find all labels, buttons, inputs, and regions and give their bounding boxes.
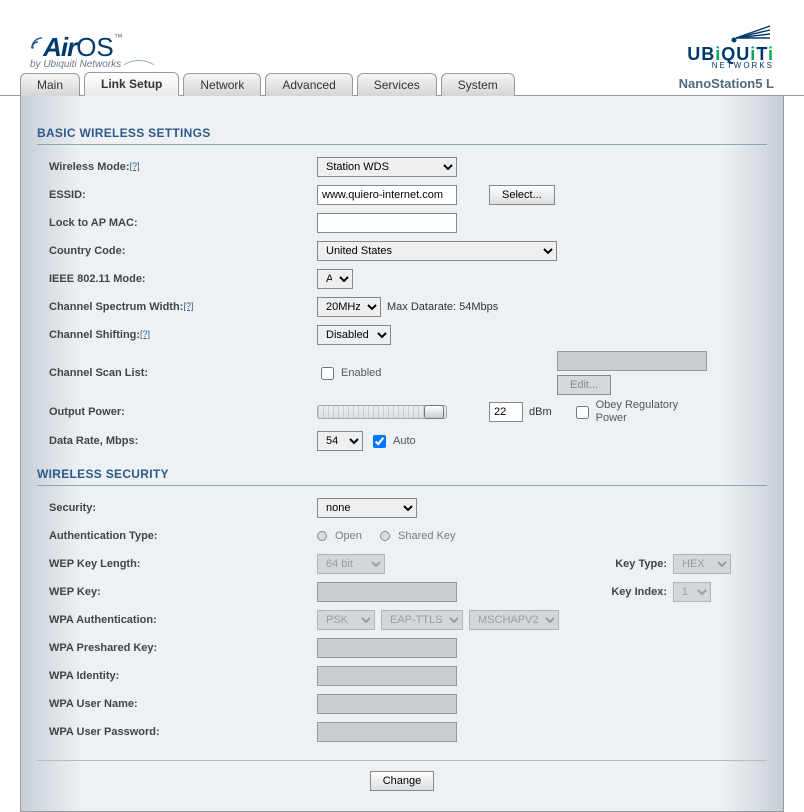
key-type-select: HEX — [673, 554, 731, 574]
output-power-unit: dBm — [529, 406, 552, 418]
ieee-mode-select[interactable]: A — [317, 269, 353, 289]
tab-system[interactable]: System — [441, 73, 515, 96]
spectrum-note: Max Datarate: 54Mbps — [387, 301, 498, 313]
wep-key-input — [317, 582, 457, 602]
submit-row: Change — [37, 760, 767, 791]
section-basic-title: BASIC WIRELESS SETTINGS — [37, 126, 767, 145]
tab-network[interactable]: Network — [183, 73, 261, 96]
data-rate-auto-checkbox[interactable]: Auto — [369, 432, 416, 451]
key-index-select: 1 — [673, 582, 711, 602]
spectrum-select[interactable]: 20MHz — [317, 297, 381, 317]
wpa-auth-3-select: MSCHAPV2 — [469, 610, 559, 630]
wireless-mode-select[interactable]: Station WDS — [317, 157, 457, 177]
help-spectrum[interactable]: [?] — [183, 301, 193, 311]
device-name: NanoStation5 L — [679, 76, 784, 95]
row-data-rate: Data Rate, Mbps: 54 Auto — [37, 427, 767, 455]
tab-advanced[interactable]: Advanced — [265, 73, 352, 96]
help-wireless-mode[interactable]: [?] — [130, 161, 140, 171]
wpa-auth-2-select: EAP-TTLS — [381, 610, 463, 630]
row-output-power: Output Power: dBm Obey Regulatory Power — [37, 397, 767, 427]
wifi-icon — [30, 36, 44, 50]
swoosh-icon — [124, 59, 154, 67]
row-country: Country Code: United States — [37, 237, 767, 265]
output-power-slider[interactable] — [317, 405, 447, 419]
row-wireless-mode: Wireless Mode:[?] Station WDS — [37, 153, 767, 181]
wpa-user-input — [317, 694, 457, 714]
wpa-auth-1-select: PSK — [317, 610, 375, 630]
tab-services[interactable]: Services — [357, 73, 437, 96]
slider-thumb-icon[interactable] — [424, 405, 444, 419]
page: AirOS™ by Ubiquiti Networks UBiQUiTi NET… — [0, 0, 804, 812]
logo-os: OS — [76, 32, 114, 62]
data-rate-select[interactable]: 54 — [317, 431, 363, 451]
row-lock-mac: Lock to AP MAC: — [37, 209, 767, 237]
tab-bar: Main Link Setup Network Advanced Service… — [0, 70, 804, 96]
row-scanlist: Channel Scan List: Enabled Edit... — [37, 349, 767, 397]
row-ieee-mode: IEEE 802.11 Mode: A — [37, 265, 767, 293]
row-auth-type: Authentication Type: Open Shared Key — [37, 522, 767, 550]
row-spectrum: Channel Spectrum Width:[?] 20MHz Max Dat… — [37, 293, 767, 321]
output-power-input[interactable] — [489, 402, 523, 422]
row-wep-key: WEP Key: Key Index: 1 — [37, 578, 767, 606]
airos-logo: AirOS™ by Ubiquiti Networks — [30, 32, 154, 70]
lock-mac-input[interactable] — [317, 213, 457, 233]
essid-input[interactable] — [317, 185, 457, 205]
scanlist-enabled-checkbox[interactable]: Enabled — [317, 364, 381, 383]
help-shifting[interactable]: [?] — [140, 329, 150, 339]
wpa-identity-input — [317, 666, 457, 686]
row-wpa-psk: WPA Preshared Key: — [37, 634, 767, 662]
logo-byline: by Ubiquiti Networks — [30, 59, 154, 70]
row-wep-length: WEP Key Length: 64 bit Key Type: HEX — [37, 550, 767, 578]
logo-air: Air — [43, 32, 76, 62]
security-select[interactable]: none — [317, 498, 417, 518]
change-button[interactable]: Change — [370, 771, 435, 791]
wep-length-select: 64 bit — [317, 554, 385, 574]
obey-reg-power-checkbox[interactable]: Obey Regulatory Power — [572, 399, 686, 425]
row-wpa-auth: WPA Authentication: PSK EAP-TTLS MSCHAPV… — [37, 606, 767, 634]
wpa-pass-input — [317, 722, 457, 742]
ubnt-beam-icon — [726, 24, 774, 44]
tab-main[interactable]: Main — [20, 73, 80, 96]
ubiquiti-logo: UBiQUiTi NETWORKS — [687, 24, 774, 70]
content: BASIC WIRELESS SETTINGS Wireless Mode:[?… — [20, 96, 784, 812]
section-security-title: WIRELESS SECURITY — [37, 467, 767, 486]
tab-link-setup[interactable]: Link Setup — [84, 72, 179, 96]
row-wpa-pass: WPA User Password: — [37, 718, 767, 746]
row-essid: ESSID: Select... — [37, 181, 767, 209]
header: AirOS™ by Ubiquiti Networks UBiQUiTi NET… — [0, 0, 804, 70]
shifting-select[interactable]: Disabled — [317, 325, 391, 345]
scanlist-input — [557, 351, 707, 371]
logo-tm: ™ — [114, 32, 123, 42]
radio-shared-icon — [380, 531, 390, 541]
scanlist-edit-button: Edit... — [557, 375, 611, 395]
row-wpa-user: WPA User Name: — [37, 690, 767, 718]
row-security: Security: none — [37, 494, 767, 522]
wpa-psk-input — [317, 638, 457, 658]
row-shifting: Channel Shifting:[?] Disabled — [37, 321, 767, 349]
country-select[interactable]: United States — [317, 241, 557, 261]
radio-open-icon — [317, 531, 327, 541]
row-wpa-identity: WPA Identity: — [37, 662, 767, 690]
essid-select-button[interactable]: Select... — [489, 185, 555, 205]
